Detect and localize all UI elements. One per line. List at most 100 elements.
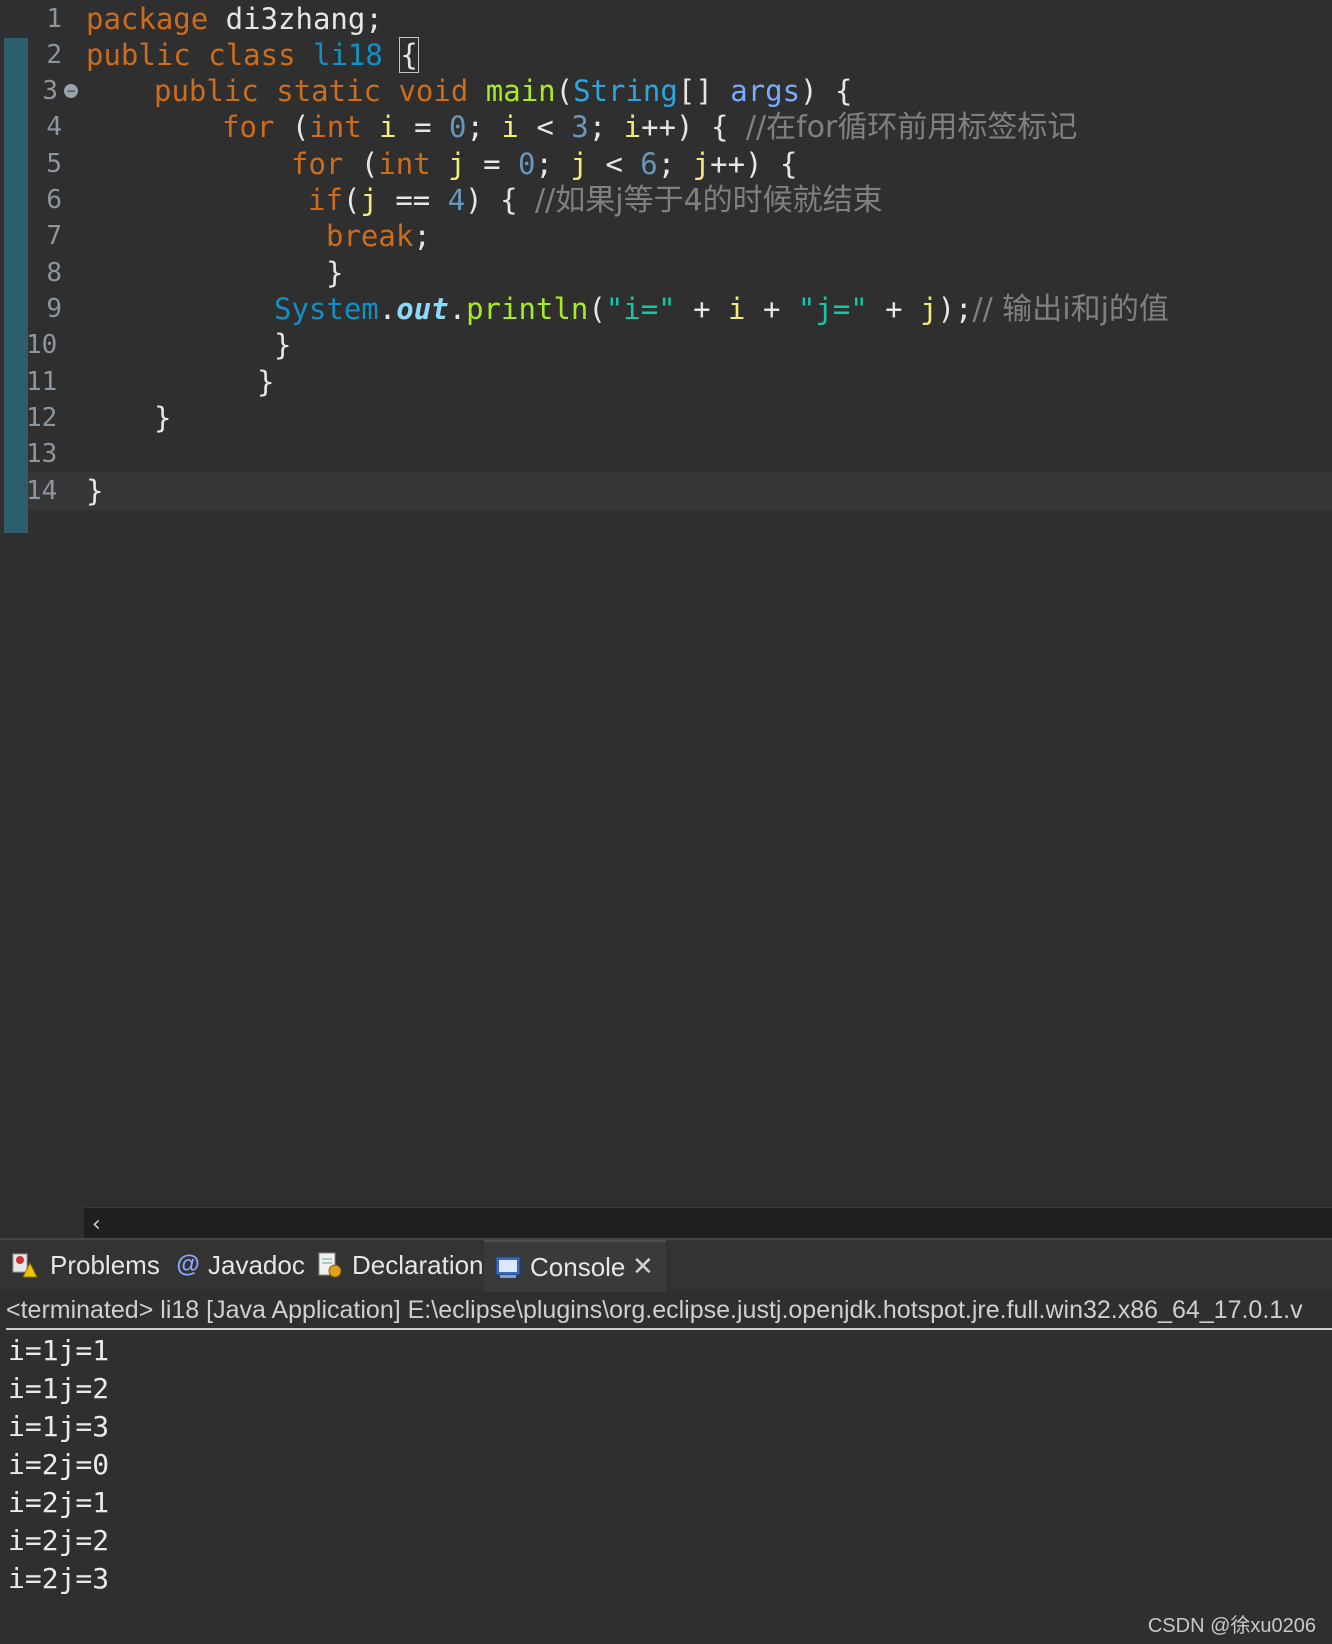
output-line: i=1j=1 bbox=[8, 1334, 110, 1367]
code-line-4[interactable]: 4 for (int i = 0; i < 3; i++) { //在for循环… bbox=[0, 108, 1332, 146]
tab-console[interactable]: Console ✕ bbox=[484, 1240, 666, 1292]
tab-problems[interactable]: Problems bbox=[0, 1240, 165, 1290]
declaration-icon bbox=[318, 1252, 342, 1278]
package-name: di3zhang; bbox=[208, 2, 383, 36]
keyword: class bbox=[208, 38, 296, 72]
number: 4 bbox=[447, 183, 466, 217]
keyword: void bbox=[398, 74, 469, 108]
code-line-11[interactable]: 11 } bbox=[0, 363, 1332, 401]
string-literal: "j=" bbox=[797, 292, 868, 326]
variable: j bbox=[448, 147, 466, 181]
comment: //如果j等于4的时候就结束 bbox=[535, 183, 883, 218]
line-number: 5 bbox=[46, 149, 62, 179]
line-number: 8 bbox=[46, 258, 62, 288]
class-name: li18 bbox=[313, 38, 383, 72]
output-line: i=2j=1 bbox=[8, 1486, 110, 1519]
horizontal-scrollbar[interactable]: ‹ bbox=[84, 1207, 1332, 1238]
output-line: i=2j=2 bbox=[8, 1524, 110, 1557]
watermark: CSDN @徐xu0206 bbox=[1147, 1615, 1316, 1637]
semicolon: ; bbox=[657, 147, 693, 181]
code-line-14[interactable]: 14 } bbox=[26, 472, 1332, 510]
keyword: int bbox=[309, 110, 362, 144]
array-brackets: [] bbox=[677, 74, 713, 108]
operator: = bbox=[465, 147, 519, 181]
number: 3 bbox=[571, 110, 589, 144]
code-line-2[interactable]: 2 public class li18 { bbox=[0, 36, 1332, 74]
operator: + bbox=[867, 292, 921, 326]
keyword: public bbox=[154, 74, 259, 108]
paren-semicolon: ); bbox=[937, 292, 973, 326]
scroll-left-arrow-icon[interactable]: ‹ bbox=[92, 1208, 101, 1238]
console-output[interactable]: i=1j=1 i=1j=2 i=1j=3 i=2j=0 i=2j=1 i=2j=… bbox=[8, 1332, 109, 1598]
tab-declaration[interactable]: Declaration bbox=[310, 1240, 484, 1290]
console-status: <terminated> li18 [Java Application] E:\… bbox=[6, 1292, 1332, 1330]
increment: ++) { bbox=[710, 147, 798, 181]
keyword: for bbox=[291, 147, 344, 181]
semicolon: ; bbox=[466, 110, 502, 144]
tab-label: Console bbox=[530, 1252, 626, 1282]
code-line-8[interactable]: 8 } bbox=[0, 254, 1332, 292]
code-line-5[interactable]: 5 for (int j = 0; j < 6; j++) { bbox=[0, 145, 1332, 183]
line-number: 14 bbox=[26, 476, 58, 506]
paren: ( bbox=[342, 183, 361, 217]
variable: i bbox=[379, 110, 397, 144]
line-number: 10 bbox=[26, 330, 58, 360]
operator: + bbox=[745, 292, 798, 326]
comment: //在for循环前用标签标记 bbox=[745, 110, 1078, 145]
keyword: public bbox=[86, 38, 191, 72]
code-editor[interactable]: − 1 package di3zhang; 2 public class li1… bbox=[0, 0, 1332, 1238]
class-name: System bbox=[274, 292, 379, 326]
paren: ( bbox=[555, 74, 574, 108]
tab-label: Javadoc bbox=[208, 1250, 305, 1280]
bottom-panel: Problems @ Javadoc Declaration Console ✕ bbox=[0, 1238, 1332, 1644]
tab-javadoc[interactable]: @ Javadoc bbox=[168, 1240, 308, 1290]
matching-brace: { bbox=[399, 37, 419, 73]
paren: ( bbox=[588, 292, 606, 326]
brace: } bbox=[154, 401, 172, 435]
dot: . bbox=[378, 292, 397, 326]
variable: j bbox=[570, 147, 588, 181]
semicolon: ; bbox=[413, 219, 431, 253]
javadoc-icon: @ bbox=[176, 1251, 200, 1278]
code-line-6[interactable]: 6 if(j == 4) { //如果j等于4的时候就结束 bbox=[0, 181, 1332, 219]
code-line-7[interactable]: 7 break; bbox=[0, 217, 1332, 255]
operator: < bbox=[587, 147, 641, 181]
line-number: 7 bbox=[46, 221, 62, 251]
semicolon: ; bbox=[535, 147, 571, 181]
code-line-9[interactable]: 9 System.out.println("i=" + i + "j=" + j… bbox=[0, 290, 1332, 328]
line-number: 6 bbox=[46, 185, 62, 215]
operator: = bbox=[396, 110, 450, 144]
line-number: 13 bbox=[26, 439, 58, 469]
code-line-12[interactable]: 12 } bbox=[0, 399, 1332, 437]
line-number: 4 bbox=[46, 112, 62, 142]
method-name: println bbox=[466, 292, 589, 326]
console-icon bbox=[495, 1256, 521, 1278]
close-icon[interactable]: ✕ bbox=[632, 1242, 654, 1292]
brace: } bbox=[326, 256, 344, 290]
code-line-3[interactable]: 3 public static void main(String[] args)… bbox=[0, 72, 1332, 110]
variable: j bbox=[692, 147, 711, 181]
increment: ++) { bbox=[641, 110, 746, 144]
line-number: 2 bbox=[46, 40, 62, 70]
variable: i bbox=[623, 110, 642, 144]
problems-icon bbox=[12, 1253, 38, 1278]
keyword: break bbox=[326, 219, 414, 253]
variable: i bbox=[501, 110, 519, 144]
operator: < bbox=[518, 110, 572, 144]
comment: // 输出i和j的值 bbox=[972, 292, 1169, 327]
number: 6 bbox=[640, 147, 658, 181]
static-field: out bbox=[396, 292, 449, 326]
line-number: 9 bbox=[46, 294, 62, 324]
keyword: package bbox=[86, 2, 209, 36]
operator: == bbox=[377, 183, 448, 217]
variable: i bbox=[728, 292, 746, 326]
code-line-13[interactable]: 13 bbox=[0, 435, 1332, 473]
string-literal: "i=" bbox=[605, 292, 676, 326]
panel-tab-bar: Problems @ Javadoc Declaration Console ✕ bbox=[0, 1240, 1332, 1292]
code-line-10[interactable]: 10 } bbox=[0, 326, 1332, 364]
semicolon: ; bbox=[588, 110, 624, 144]
keyword: for bbox=[222, 110, 275, 144]
code-line-1[interactable]: 1 package di3zhang; bbox=[0, 0, 1332, 38]
